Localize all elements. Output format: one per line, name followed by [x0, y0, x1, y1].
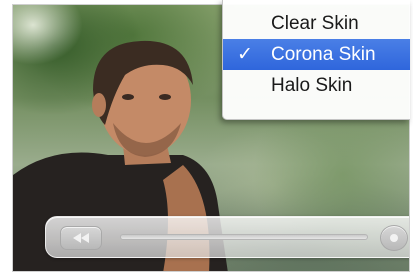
menu-item-label: Halo Skin — [271, 75, 353, 96]
volume-icon — [390, 234, 398, 242]
volume-button[interactable] — [380, 225, 408, 251]
menu-item-label: Clear Skin — [271, 13, 359, 34]
menu-item-clear-skin[interactable]: Clear Skin — [223, 8, 410, 39]
rewind-button[interactable] — [60, 226, 102, 250]
checkmark-icon: ✓ — [237, 44, 253, 65]
skin-menu: Clear Skin ✓ Corona Skin Halo Skin — [222, 0, 410, 120]
menu-item-halo-skin[interactable]: Halo Skin — [223, 70, 410, 101]
rewind-icon — [73, 233, 89, 243]
progress-slider[interactable] — [120, 234, 368, 240]
menu-item-corona-skin[interactable]: ✓ Corona Skin — [223, 39, 410, 70]
hud-controller — [45, 216, 409, 258]
menu-item-label: Corona Skin — [271, 44, 376, 65]
